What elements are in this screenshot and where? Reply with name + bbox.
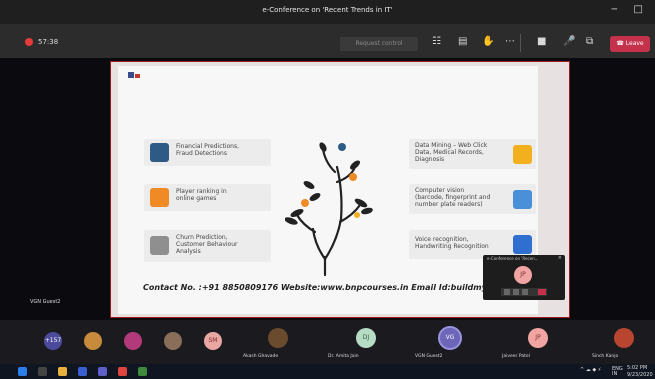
maximize-icon[interactable]: □ [634, 4, 643, 15]
window-title: e-Conference on 'Recent Trends in IT' [262, 6, 393, 14]
close-icon[interactable]: × [558, 255, 562, 261]
leaf-accent [354, 212, 360, 218]
avatar[interactable]: SM [204, 332, 222, 350]
meeting-timer: 57:38 [38, 38, 59, 46]
tray-icons[interactable]: ^ ☁ ◆ ⚡ [580, 367, 601, 373]
explorer-icon[interactable] [58, 367, 67, 376]
speaker-label: VGN Guest2 [30, 299, 61, 305]
toolbar-divider [520, 34, 521, 52]
os-taskbar: ^ ☁ ◆ ⚡ ENG IN 5:02 PM 9/23/2020 [0, 364, 655, 379]
tray-date[interactable]: 9/23/2020 [627, 372, 653, 378]
avatar-initials: SM [208, 337, 218, 344]
app-icon[interactable] [138, 367, 147, 376]
avatar-initials: DJ [362, 334, 370, 341]
card-text: Player ranking in online games [176, 188, 227, 202]
card-text: Voice recognition, Handwriting Recogniti… [415, 236, 489, 250]
self-view-title: e-Conference on 'Recen... [487, 256, 539, 261]
slide-logo [128, 72, 140, 78]
financial-icon [150, 143, 169, 162]
app-icon[interactable] [78, 367, 87, 376]
game-icon [150, 188, 169, 207]
card-financial-predictions: Financial Predictions, Fraud Detections [144, 139, 271, 166]
request-control-button[interactable]: Request control [340, 37, 418, 51]
meeting-toolbar: 57:38 Request control ☷ ▤ ✋ ⋯ ■ 🎤 ⧉ ☎ Le… [0, 24, 655, 58]
participants-icon[interactable]: ☷ [432, 36, 441, 47]
recording-icon [25, 38, 33, 46]
leaf [303, 181, 315, 189]
more-icon[interactable]: ⋯ [505, 36, 515, 47]
camera-icon[interactable] [504, 289, 510, 295]
card-data-mining: Data Mining – Web Click Data, Medical Re… [409, 139, 536, 169]
tree-branch [295, 213, 317, 234]
avatar[interactable]: JP [528, 328, 548, 348]
leaf-accent [301, 199, 309, 207]
share-icon[interactable]: ⧉ [586, 36, 593, 47]
leaf [354, 198, 368, 208]
chrome-icon[interactable] [118, 367, 127, 376]
card-text: Financial Predictions, Fraud Detections [176, 143, 240, 157]
participant-name: VGN Guest2 [415, 354, 443, 359]
tray-language[interactable]: ENG IN [612, 367, 623, 377]
vision-icon [513, 190, 532, 209]
share-icon[interactable] [522, 289, 528, 295]
card-text: Computer vision (barcode, fingerprint an… [415, 187, 491, 208]
avatar[interactable] [124, 332, 142, 350]
leaf [285, 217, 298, 225]
mic-icon[interactable] [513, 289, 519, 295]
card-churn-prediction: Churn Prediction, Customer Behaviour Ana… [144, 230, 271, 262]
self-view-controls [501, 288, 547, 296]
camera-icon[interactable]: ■ [537, 36, 546, 47]
avatar[interactable]: DJ [356, 328, 376, 348]
minimize-icon[interactable]: ─ [612, 5, 617, 15]
self-view-window[interactable]: e-Conference on 'Recen... × JP [483, 255, 565, 300]
tree-branch [335, 165, 343, 221]
card-text: Churn Prediction, Customer Behaviour Ana… [176, 234, 238, 255]
more-participants-avatar[interactable]: +157 [44, 332, 62, 350]
title-bar: e-Conference on 'Recent Trends in IT' ─ … [0, 0, 655, 24]
card-text: Data Mining – Web Click Data, Medical Re… [415, 142, 488, 163]
card-player-ranking: Player ranking in online games [144, 184, 271, 211]
participant-strip: +157 SM Akash Ghavade DJ Dr. Amita Jain … [0, 320, 655, 364]
leaf [319, 142, 327, 152]
avatar-initials: JP [535, 334, 541, 341]
avatar: JP [514, 266, 532, 284]
leave-button[interactable]: ☎ Leave [610, 36, 650, 52]
data-mining-icon [513, 145, 532, 164]
avatar-initials: VG [445, 334, 455, 341]
search-icon[interactable] [38, 367, 47, 376]
leaf-accent [349, 173, 357, 181]
participant-count: +157 [44, 337, 62, 344]
avatar[interactable] [268, 328, 288, 348]
hangup-button[interactable] [538, 289, 546, 295]
participant-name: Akash Ghavade [243, 354, 279, 359]
start-icon[interactable] [18, 367, 27, 376]
tree-branch [321, 147, 337, 174]
leave-label: Leave [625, 40, 644, 47]
slide-footer: Contact No. :+91 8850809176 Website:www.… [143, 283, 532, 292]
participant-name: Dr. Amita Jain [328, 354, 359, 359]
tree-branch [323, 217, 343, 261]
leaf-accent [338, 143, 346, 151]
teams-icon[interactable] [98, 367, 107, 376]
voice-icon [513, 235, 532, 254]
tree-branch [311, 227, 327, 261]
participant-name: Sinch Kanjo [592, 354, 619, 359]
active-speaker-avatar[interactable]: VG [438, 326, 462, 350]
tray-time[interactable]: 5:02 PM [627, 365, 647, 371]
avatar[interactable] [84, 332, 102, 350]
avatar[interactable] [614, 328, 634, 348]
mic-icon[interactable]: 🎤 [563, 36, 575, 47]
leaf [309, 193, 321, 201]
chat-icon[interactable]: ▤ [458, 36, 467, 47]
tree-illustration [285, 142, 373, 277]
analytics-icon [150, 236, 169, 255]
leaf [361, 207, 373, 215]
participant-name: Jaiveer Patel [502, 354, 530, 359]
avatar[interactable] [164, 332, 182, 350]
card-computer-vision: Computer vision (barcode, fingerprint an… [409, 184, 536, 214]
raise-hand-icon[interactable]: ✋ [482, 36, 494, 47]
